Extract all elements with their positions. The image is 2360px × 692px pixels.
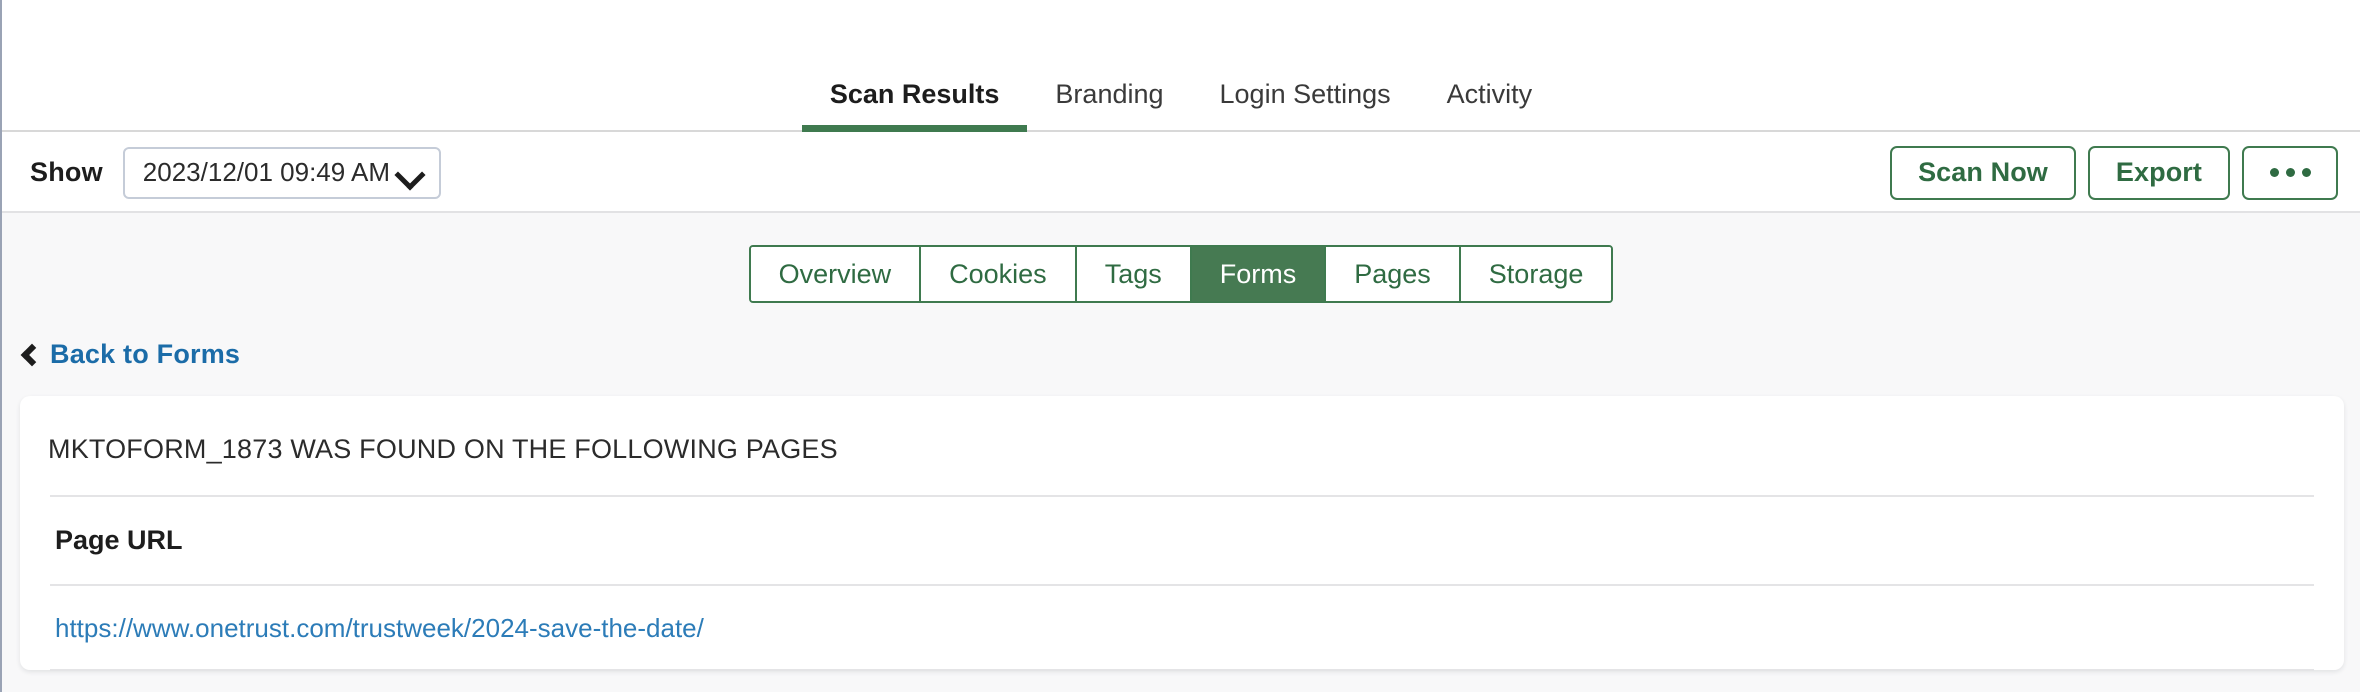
kebab-dot-icon [2269, 168, 2279, 177]
app-root: Scan Results Branding Login Settings Act… [0, 0, 2360, 692]
tab-login-settings[interactable]: Login Settings [1192, 81, 1419, 130]
segment-cookies[interactable]: Cookies [921, 247, 1077, 301]
tab-scan-results-label: Scan Results [829, 79, 1000, 109]
tab-branding[interactable]: Branding [1027, 81, 1191, 130]
show-group: Show 2023/12/01 09:49 AM [30, 132, 441, 213]
tab-branding-label: Branding [1055, 79, 1164, 109]
segment-forms-label: Forms [1219, 258, 1297, 289]
page-url-link[interactable]: https://www.onetrust.com/trustweek/2024-… [20, 586, 704, 644]
chevron-down-icon [394, 158, 426, 191]
toolbar: Show 2023/12/01 09:49 AM Scan Now Export [2, 132, 2360, 213]
top-tabs: Scan Results Branding Login Settings Act… [2, 79, 2360, 132]
segment-tags-label: Tags [1104, 258, 1162, 289]
segment-storage[interactable]: Storage [1460, 247, 1612, 301]
top-tab-bar: Scan Results Branding Login Settings Act… [2, 0, 2360, 132]
segment-pages-label: Pages [1354, 258, 1431, 289]
scan-now-button[interactable]: Scan Now [1890, 145, 2076, 200]
tab-login-settings-label: Login Settings [1219, 79, 1391, 109]
segment-overview-label: Overview [778, 258, 892, 289]
segment-tags[interactable]: Tags [1076, 247, 1192, 301]
segment-overview[interactable]: Overview [750, 247, 922, 301]
table-row-divider [50, 669, 2314, 671]
results-card: MKTOFORM_1873 WAS FOUND ON THE FOLLOWING… [20, 396, 2344, 671]
back-to-forms-label: Back to Forms [50, 339, 241, 369]
column-header-page-url: Page URL [55, 525, 183, 555]
back-to-forms-link[interactable]: Back to Forms [20, 339, 241, 370]
segmented-control-wrap: Overview Cookies Tags Forms Pages Storag… [2, 213, 2360, 303]
show-label: Show [30, 157, 103, 187]
tab-activity-label: Activity [1446, 79, 1533, 109]
tab-scan-results[interactable]: Scan Results [801, 79, 1028, 132]
tab-activity[interactable]: Activity [1419, 81, 1561, 130]
scan-date-select[interactable]: 2023/12/01 09:49 AM [122, 146, 441, 199]
table-row: https://www.onetrust.com/trustweek/2024-… [20, 586, 2344, 644]
kebab-dot-icon [2301, 168, 2311, 177]
scan-date-value: 2023/12/01 09:49 AM [142, 157, 390, 187]
kebab-dot-icon [2285, 168, 2295, 177]
segment-pages[interactable]: Pages [1326, 247, 1461, 301]
more-options-button[interactable] [2242, 145, 2338, 200]
card-title: MKTOFORM_1873 WAS FOUND ON THE FOLLOWING… [48, 434, 838, 464]
export-button[interactable]: Export [2087, 145, 2230, 200]
segment-storage-label: Storage [1488, 258, 1584, 289]
segment-cookies-label: Cookies [949, 258, 1047, 289]
segmented-control: Overview Cookies Tags Forms Pages Storag… [748, 245, 1614, 303]
toolbar-actions: Scan Now Export [1890, 132, 2338, 213]
segment-forms[interactable]: Forms [1191, 247, 1327, 301]
chevron-left-icon [20, 343, 44, 366]
